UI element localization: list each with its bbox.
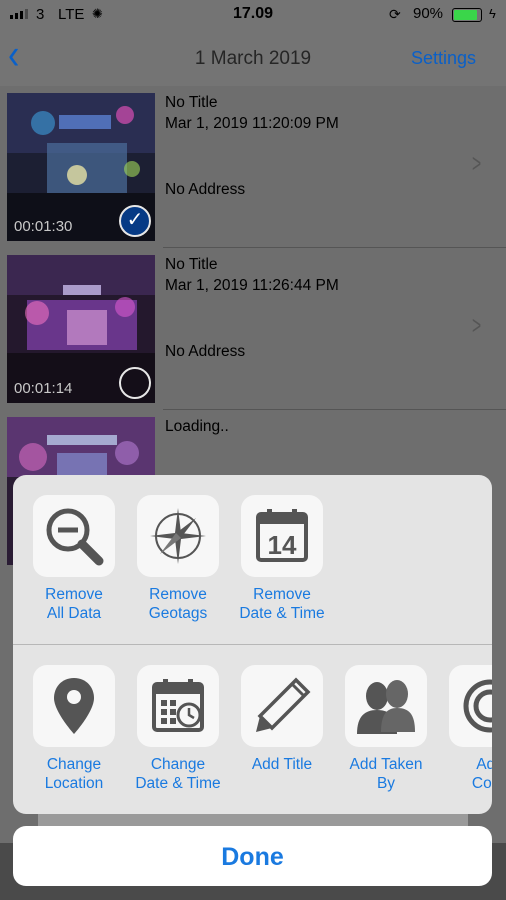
location-pin-icon [33,665,115,747]
change-location-label: Change Location [44,756,104,792]
add-copyright-label: Add Copy [471,756,492,792]
list-item[interactable]: 00:01:30 ✓ No Title Mar 1, 2019 11:20:09… [0,86,506,248]
calendar-day: 14 [268,530,297,560]
remove-all-data-button[interactable]: Remove All Data [22,495,126,623]
list-item[interactable]: 00:01:14 No Title Mar 1, 2019 11:26:44 P… [0,248,506,410]
compass-icon [137,495,219,577]
calendar-clock-icon [137,665,219,747]
change-date-time-label: Change Date & Time [135,756,221,792]
settings-button[interactable]: Settings [411,48,476,69]
video-thumbnail[interactable]: 00:01:14 [7,255,155,403]
remove-all-data-label: Remove All Data [45,586,103,622]
video-title: No Title [165,94,218,111]
add-title-button[interactable]: Add Title [230,665,334,774]
loading-strip [38,814,468,826]
selected-check-icon[interactable]: ✓ [119,205,151,237]
video-date: Mar 1, 2019 11:20:09 PM [165,115,339,132]
add-copyright-button[interactable]: Add Copy [438,665,492,793]
video-address: No Address [165,343,246,360]
battery-percent: 90% [413,5,444,22]
people-icon [345,665,427,747]
remove-geotags-label: Remove Geotags [148,586,208,622]
remove-date-time-label: Remove Date & Time [239,586,325,622]
unselected-circle-icon[interactable] [119,367,151,399]
pencil-icon [241,665,323,747]
video-title: Loading.. [165,418,229,435]
charging-icon: ϟ [489,6,496,21]
status-bar: 3 LTE ✺ 17.09 ⟳ 90% ϟ [0,0,506,30]
video-title: No Title [165,256,218,273]
video-date: Mar 1, 2019 11:26:44 PM [165,277,339,294]
chevron-right-icon: > [471,310,481,340]
copyright-icon [449,665,492,747]
add-taken-by-label: Add Taken By [349,756,423,792]
add-taken-by-button[interactable]: Add Taken By [334,665,438,793]
orientation-lock-icon: ⟳ [389,6,401,22]
battery-icon [452,8,482,22]
chevron-right-icon: > [471,148,481,178]
change-date-time-button[interactable]: Change Date & Time [126,665,230,793]
remove-geotags-button[interactable]: Remove Geotags [126,495,230,623]
video-duration: 00:01:30 [14,218,73,235]
video-duration: 00:01:14 [14,380,73,397]
video-address: No Address [165,181,246,198]
remove-date-time-button[interactable]: 14 Remove Date & Time [230,495,334,623]
done-button[interactable]: Done [13,826,492,886]
sheet-divider [13,644,492,645]
change-location-button[interactable]: Change Location [22,665,126,793]
add-title-label: Add Title [251,756,313,773]
magnifier-minus-icon [33,495,115,577]
navigation-bar: ‹ 1 March 2019 Settings [0,30,506,86]
calendar-14-icon: 14 [241,495,323,577]
action-sheet: Remove All Data Remove Geotags 14 Remove… [13,475,492,814]
video-thumbnail[interactable]: 00:01:30 ✓ [7,93,155,241]
